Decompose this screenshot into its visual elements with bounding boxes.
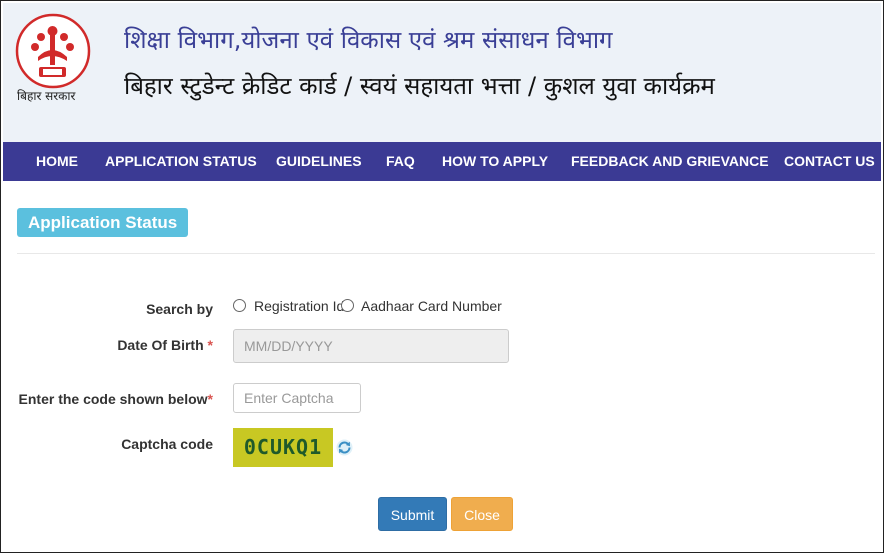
close-button[interactable]: Close [451,497,513,531]
captcha-code-label: Captcha code [121,436,213,452]
radio-aadhaar-card-label[interactable]: Aadhaar Card Number [361,298,502,314]
department-title: शिक्षा विभाग,योजना एवं विकास एवं श्रम सं… [124,26,613,54]
captcha-input[interactable] [233,383,361,413]
dob-label-text: Date Of Birth [117,337,204,353]
nav-contact-us[interactable]: CONTACT US [784,142,875,181]
site-header: बिहार सरकार शिक्षा विभाग,योजना एवं विकास… [3,3,881,142]
captcha-entry-label-text: Enter the code shown below [18,391,208,407]
dob-label: Date Of Birth * [117,337,213,353]
dob-input[interactable] [233,329,509,363]
captcha-image: 0CUKQ1 [233,428,333,467]
radio-aadhaar-card[interactable] [341,299,354,312]
radio-registration-id[interactable] [233,299,246,312]
nav-guidelines[interactable]: GUIDELINES [276,142,362,181]
nav-feedback-grievance[interactable]: FEEDBACK AND GRIEVANCE [571,142,769,181]
section-divider [17,253,875,254]
radio-registration-id-label[interactable]: Registration Id [254,298,344,314]
nav-home[interactable]: HOME [36,142,78,181]
main-navigation: HOME APPLICATION STATUS GUIDELINES FAQ H… [3,142,881,181]
captcha-entry-label: Enter the code shown below* [19,391,213,407]
section-title-badge: Application Status [17,208,189,237]
logo-caption: बिहार सरकार [17,89,76,103]
required-marker: * [207,337,213,353]
nav-application-status[interactable]: APPLICATION STATUS [105,142,257,181]
required-marker: * [207,391,213,407]
submit-button[interactable]: Submit [378,497,447,531]
nav-how-to-apply[interactable]: HOW TO APPLY [442,142,548,181]
refresh-captcha-icon[interactable] [336,439,353,456]
nav-faq[interactable]: FAQ [386,142,415,181]
scheme-title: बिहार स्टुडेन्ट क्रेडिट कार्ड / स्वयं सह… [124,72,715,100]
captcha-code-text: 0CUKQ1 [243,435,323,459]
search-by-label: Search by [146,301,213,317]
